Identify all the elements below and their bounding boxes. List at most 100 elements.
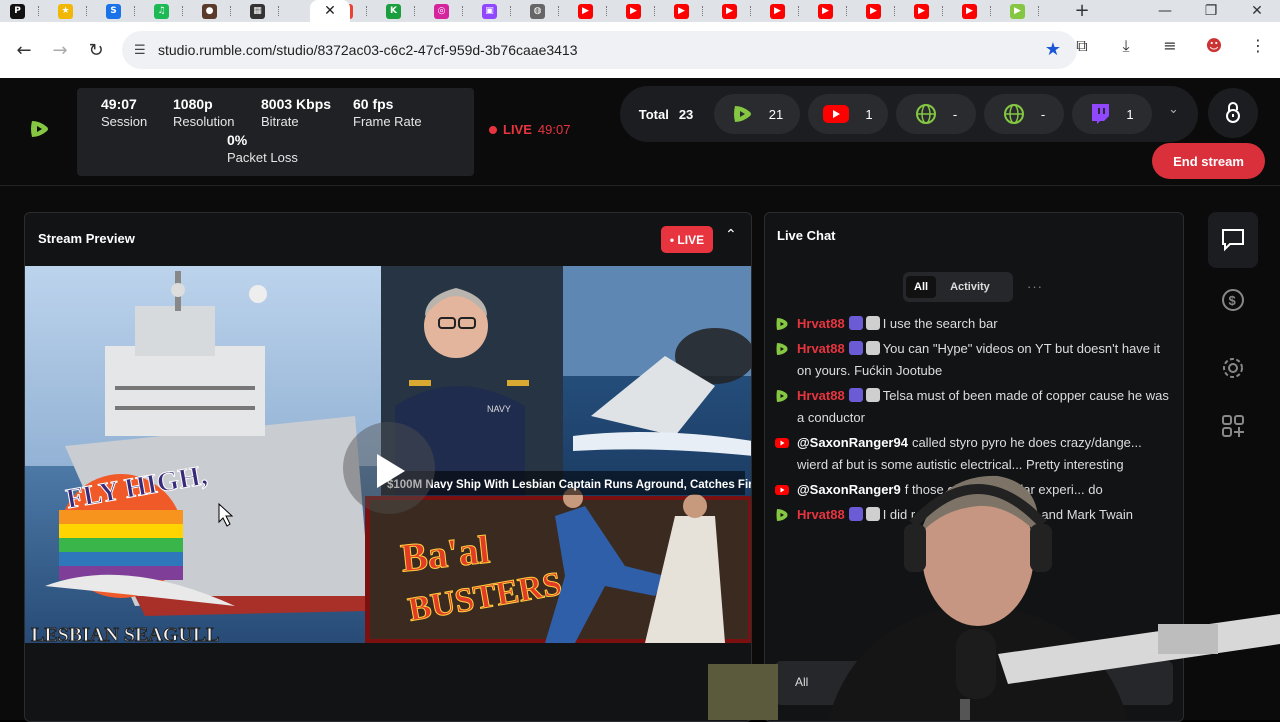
browser-tab[interactable]: ▶ xyxy=(904,0,952,22)
bookmark-star-icon[interactable]: ★ xyxy=(1045,39,1061,60)
user-badge-icon xyxy=(865,341,880,355)
platform-web-2[interactable]: - xyxy=(984,94,1064,134)
live-label: LIVE xyxy=(503,122,532,137)
total-viewers: Total 23 xyxy=(624,94,708,134)
live-indicator: LIVE 49:07 xyxy=(489,122,570,137)
url-text[interactable]: studio.rumble.com/studio/8372ac03-c6c2-4… xyxy=(158,42,578,58)
browser-tab[interactable]: K xyxy=(376,0,424,22)
browser-tab[interactable]: ● xyxy=(192,0,240,22)
site-settings-icon[interactable]: ☰ xyxy=(134,43,158,58)
close-tab-icon[interactable]: ✕ xyxy=(324,3,336,19)
profile-avatar-icon[interactable]: ☻ xyxy=(1192,36,1236,56)
thumbnail-title: $100M Navy Ship With Lesbian Captain Run… xyxy=(387,479,752,491)
monetization-rail-button[interactable]: $ xyxy=(1208,272,1258,328)
lock-button[interactable] xyxy=(1208,88,1258,138)
browser-tab[interactable]: ★ xyxy=(48,0,96,22)
bitrate-value: 8003 Kbps xyxy=(261,96,332,112)
chat-username[interactable]: @SaxonRanger94 xyxy=(797,435,908,450)
browser-tab[interactable]: ▣ xyxy=(472,0,520,22)
browser-tab[interactable]: ▶ xyxy=(568,0,616,22)
forward-icon[interactable]: → xyxy=(42,40,78,61)
browser-tab[interactable]: ♫ xyxy=(144,0,192,22)
art-text-lesbian-seagull: LESBIAN SEAGULL xyxy=(31,624,219,643)
chat-message: Hrvat88 Telsa must of been made of copper… xyxy=(775,385,1173,429)
shield-badge-icon xyxy=(848,388,863,402)
chat-username[interactable]: Hrvat88 xyxy=(797,316,845,331)
add-widget-rail-button[interactable] xyxy=(1208,398,1258,454)
chat-filter-tabs: All Activity xyxy=(903,272,1013,302)
browser-tab[interactable]: ▶ xyxy=(664,0,712,22)
youtube-icon: ▶ xyxy=(578,3,593,19)
tab-separator xyxy=(510,6,512,16)
more-options-icon[interactable]: ··· xyxy=(1027,279,1043,294)
globe-icon xyxy=(915,104,936,124)
tab-active[interactable]: ✕ xyxy=(310,0,350,22)
extensions-icon[interactable]: ⧉ xyxy=(1060,36,1104,56)
tab-separator xyxy=(182,6,184,16)
tab-activity[interactable]: Activity xyxy=(942,276,998,298)
stat-resolution: 1080p Resolution xyxy=(173,96,234,129)
live-time: 49:07 xyxy=(537,122,571,137)
chat-username[interactable]: Hrvat88 xyxy=(797,341,845,356)
collapse-chevron-icon[interactable]: ⌃ xyxy=(725,227,737,243)
tab-separator xyxy=(798,6,800,16)
end-stream-button[interactable]: End stream xyxy=(1152,143,1265,179)
star-app-icon: ★ xyxy=(58,3,73,19)
tab-separator xyxy=(278,6,280,16)
tab-separator xyxy=(366,6,368,16)
minimize-icon[interactable]: — xyxy=(1142,0,1188,22)
image-app-icon: ▦ xyxy=(250,3,265,19)
browser-tab[interactable]: ▦ xyxy=(240,0,288,22)
browser-tab[interactable]: ▶ xyxy=(1000,0,1048,22)
browser-tab[interactable]: ▶ xyxy=(952,0,1000,22)
platform-youtube[interactable]: 1 xyxy=(808,94,888,134)
session-value: 49:07 xyxy=(101,96,137,112)
resolution-label: Resolution xyxy=(173,114,235,129)
browser-tab[interactable]: ◎ xyxy=(424,0,472,22)
browser-tab[interactable]: ▶ xyxy=(808,0,856,22)
address-bar[interactable]: ☰ studio.rumble.com/studio/8372ac03-c6c2… xyxy=(122,31,1077,69)
platform-twitch[interactable]: 1 xyxy=(1072,94,1152,134)
twitch-count: 1 xyxy=(1126,106,1134,122)
browser-tab[interactable]: ◍ xyxy=(520,0,568,22)
twitch-icon: ▣ xyxy=(482,3,497,19)
media-control-icon[interactable]: ≡ xyxy=(1148,36,1192,56)
chat-rail-button[interactable] xyxy=(1208,212,1258,268)
stream-thumbnail-art: FLY HIGH, LESBIAN SEAGULL NAVY Ba'al BUS… xyxy=(25,266,752,647)
youtube-icon: ▶ xyxy=(674,3,689,19)
tab-separator xyxy=(462,6,464,16)
stream-preview-video[interactable]: FLY HIGH, LESBIAN SEAGULL NAVY Ba'al BUS… xyxy=(25,266,752,721)
platform-web-1[interactable]: - xyxy=(896,94,976,134)
chevron-down-icon[interactable]: ⌄ xyxy=(1168,102,1179,117)
reload-icon[interactable]: ↻ xyxy=(78,40,114,61)
browser-tab[interactable]: S xyxy=(96,0,144,22)
session-label: Session xyxy=(101,114,148,129)
window-close-icon[interactable]: ✕ xyxy=(1234,0,1280,22)
new-tab-button[interactable]: + xyxy=(1062,0,1102,21)
youtube-icon: ▶ xyxy=(866,3,881,19)
browser-tab[interactable]: ▶ xyxy=(616,0,664,22)
stream-preview-panel: Stream Preview • LIVE ⌃ FLY HIGH, LESBIA… xyxy=(24,212,752,722)
settings-rail-button[interactable] xyxy=(1208,340,1258,396)
browser-tab[interactable]: P xyxy=(0,0,48,22)
tab-separator xyxy=(990,6,992,16)
chat-username[interactable]: Hrvat88 xyxy=(797,388,845,403)
browser-tab[interactable]: ▶ xyxy=(712,0,760,22)
tab-all[interactable]: All xyxy=(906,276,937,298)
youtube-icon: ▶ xyxy=(770,3,785,19)
download-icon[interactable]: ⤓ xyxy=(1104,36,1148,56)
platform-rumble[interactable]: 21 xyxy=(714,94,800,134)
skype-icon: S xyxy=(106,3,121,19)
platform-viewers-bar: Total 23 21 1 - - 1 ⌄ xyxy=(620,86,1198,142)
restore-icon[interactable]: ❐ xyxy=(1188,0,1234,22)
tab-separator xyxy=(414,6,416,16)
rumble-count: 21 xyxy=(768,106,784,122)
browser-tab[interactable]: ▶ xyxy=(856,0,904,22)
chat-message: Hrvat88 I use the search bar xyxy=(775,313,1173,335)
menu-icon[interactable]: ⋮ xyxy=(1236,36,1280,56)
frame-rate-label: Frame Rate xyxy=(353,114,422,129)
rumble-logo-icon[interactable] xyxy=(28,118,50,140)
browser-tab[interactable]: ▶ xyxy=(760,0,808,22)
back-icon[interactable]: ← xyxy=(6,40,42,61)
chat-bubble-icon xyxy=(1222,229,1244,252)
